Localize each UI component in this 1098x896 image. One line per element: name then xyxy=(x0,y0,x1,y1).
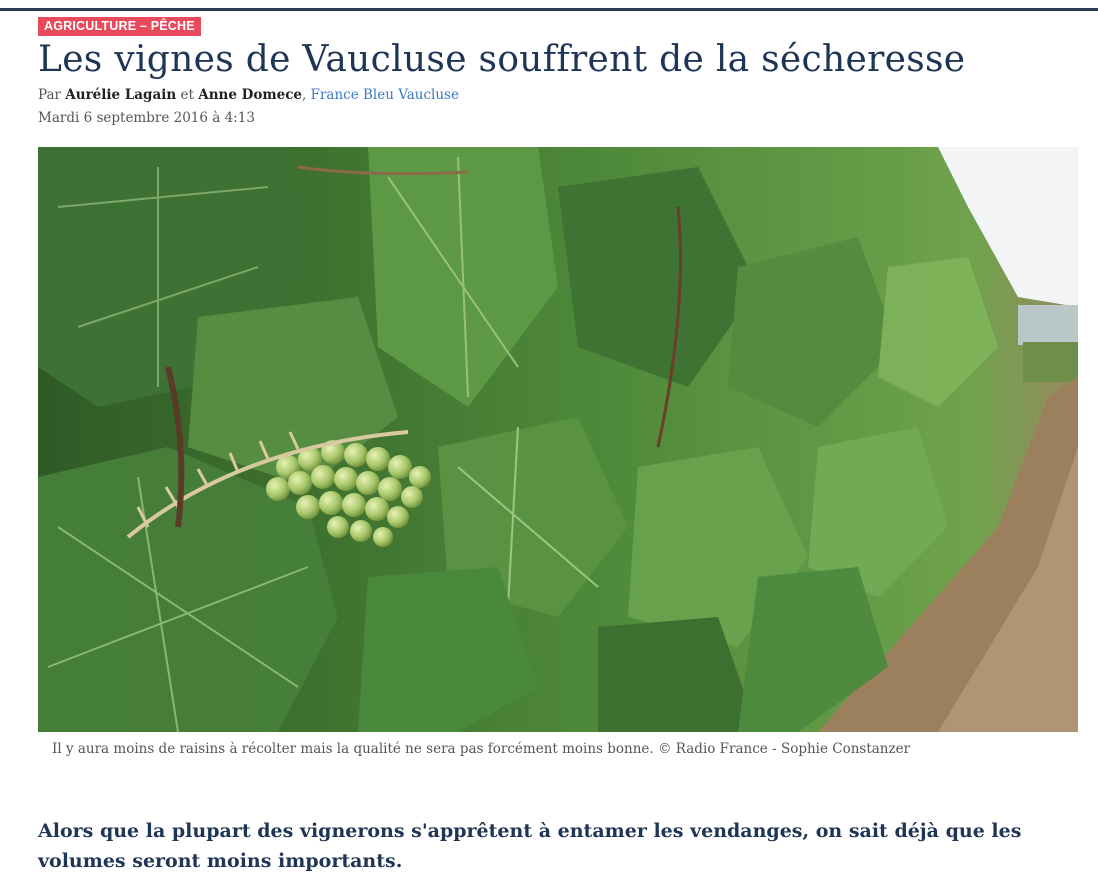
article-photo xyxy=(38,147,1078,732)
article-lead: Alors que la plupart des vignerons s'app… xyxy=(38,820,1022,872)
article-title: Les vignes de Vaucluse souffrent de la s… xyxy=(38,39,966,80)
author-name: Aurélie Lagain xyxy=(65,87,177,103)
category-tag[interactable]: AGRICULTURE – PÊCHE xyxy=(38,17,201,36)
photo-caption: Il y aura moins de raisins à récolter ma… xyxy=(52,741,911,757)
byline-conjunction: et xyxy=(180,87,194,103)
header-rule xyxy=(0,8,1098,11)
author-name: Anne Domece xyxy=(198,87,303,103)
byline-prefix: Par xyxy=(38,87,61,103)
station-link[interactable]: France Bleu Vaucluse xyxy=(311,87,459,103)
publish-date: Mardi 6 septembre 2016 à 4:13 xyxy=(38,110,255,126)
byline: Par Aurélie Lagain et Anne Domece, Franc… xyxy=(38,87,459,103)
